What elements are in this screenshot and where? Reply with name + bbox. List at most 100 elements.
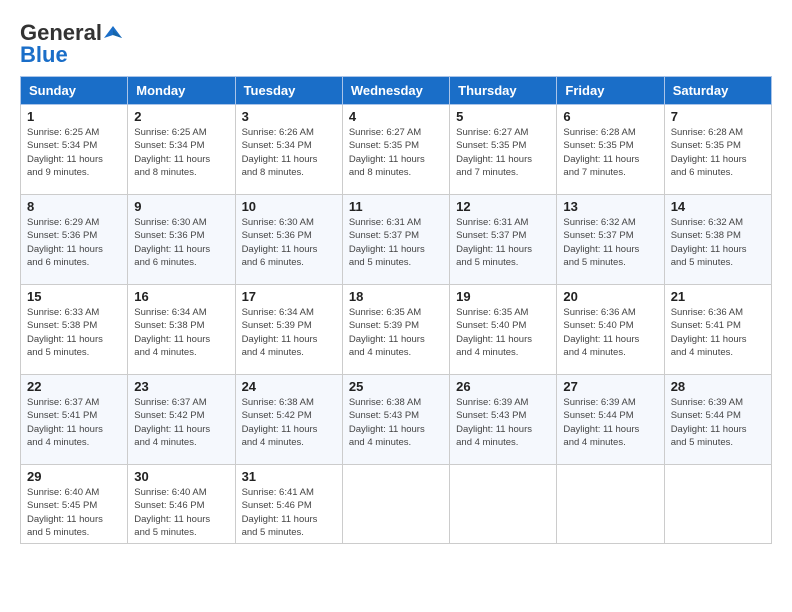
calendar-cell: 21 Sunrise: 6:36 AMSunset: 5:41 PMDaylig… bbox=[664, 285, 771, 375]
column-header-friday: Friday bbox=[557, 77, 664, 105]
logo-blue: Blue bbox=[20, 42, 68, 68]
calendar-cell bbox=[450, 465, 557, 544]
day-info: Sunrise: 6:30 AMSunset: 5:36 PMDaylight:… bbox=[134, 216, 228, 269]
day-info: Sunrise: 6:30 AMSunset: 5:36 PMDaylight:… bbox=[242, 216, 336, 269]
day-info: Sunrise: 6:27 AMSunset: 5:35 PMDaylight:… bbox=[456, 126, 550, 179]
day-info: Sunrise: 6:41 AMSunset: 5:46 PMDaylight:… bbox=[242, 486, 336, 539]
calendar-cell: 16 Sunrise: 6:34 AMSunset: 5:38 PMDaylig… bbox=[128, 285, 235, 375]
calendar-cell: 5 Sunrise: 6:27 AMSunset: 5:35 PMDayligh… bbox=[450, 105, 557, 195]
day-number: 3 bbox=[242, 109, 336, 124]
day-number: 16 bbox=[134, 289, 228, 304]
calendar-cell: 8 Sunrise: 6:29 AMSunset: 5:36 PMDayligh… bbox=[21, 195, 128, 285]
column-header-monday: Monday bbox=[128, 77, 235, 105]
day-info: Sunrise: 6:28 AMSunset: 5:35 PMDaylight:… bbox=[563, 126, 657, 179]
day-number: 18 bbox=[349, 289, 443, 304]
calendar-cell: 18 Sunrise: 6:35 AMSunset: 5:39 PMDaylig… bbox=[342, 285, 449, 375]
day-number: 13 bbox=[563, 199, 657, 214]
calendar-cell: 25 Sunrise: 6:38 AMSunset: 5:43 PMDaylig… bbox=[342, 375, 449, 465]
day-number: 30 bbox=[134, 469, 228, 484]
calendar-cell: 7 Sunrise: 6:28 AMSunset: 5:35 PMDayligh… bbox=[664, 105, 771, 195]
day-number: 29 bbox=[27, 469, 121, 484]
day-info: Sunrise: 6:27 AMSunset: 5:35 PMDaylight:… bbox=[349, 126, 443, 179]
logo-bird-icon bbox=[104, 24, 122, 42]
calendar-cell: 11 Sunrise: 6:31 AMSunset: 5:37 PMDaylig… bbox=[342, 195, 449, 285]
calendar-cell: 23 Sunrise: 6:37 AMSunset: 5:42 PMDaylig… bbox=[128, 375, 235, 465]
day-number: 7 bbox=[671, 109, 765, 124]
day-number: 11 bbox=[349, 199, 443, 214]
day-number: 2 bbox=[134, 109, 228, 124]
day-info: Sunrise: 6:38 AMSunset: 5:42 PMDaylight:… bbox=[242, 396, 336, 449]
calendar-cell: 27 Sunrise: 6:39 AMSunset: 5:44 PMDaylig… bbox=[557, 375, 664, 465]
calendar-cell: 31 Sunrise: 6:41 AMSunset: 5:46 PMDaylig… bbox=[235, 465, 342, 544]
calendar-cell: 12 Sunrise: 6:31 AMSunset: 5:37 PMDaylig… bbox=[450, 195, 557, 285]
calendar-cell: 15 Sunrise: 6:33 AMSunset: 5:38 PMDaylig… bbox=[21, 285, 128, 375]
day-info: Sunrise: 6:26 AMSunset: 5:34 PMDaylight:… bbox=[242, 126, 336, 179]
day-info: Sunrise: 6:36 AMSunset: 5:41 PMDaylight:… bbox=[671, 306, 765, 359]
column-header-thursday: Thursday bbox=[450, 77, 557, 105]
calendar-cell: 17 Sunrise: 6:34 AMSunset: 5:39 PMDaylig… bbox=[235, 285, 342, 375]
day-info: Sunrise: 6:31 AMSunset: 5:37 PMDaylight:… bbox=[349, 216, 443, 269]
day-number: 17 bbox=[242, 289, 336, 304]
day-info: Sunrise: 6:31 AMSunset: 5:37 PMDaylight:… bbox=[456, 216, 550, 269]
calendar-cell: 3 Sunrise: 6:26 AMSunset: 5:34 PMDayligh… bbox=[235, 105, 342, 195]
day-number: 31 bbox=[242, 469, 336, 484]
column-header-saturday: Saturday bbox=[664, 77, 771, 105]
day-info: Sunrise: 6:35 AMSunset: 5:39 PMDaylight:… bbox=[349, 306, 443, 359]
calendar-cell: 29 Sunrise: 6:40 AMSunset: 5:45 PMDaylig… bbox=[21, 465, 128, 544]
day-number: 15 bbox=[27, 289, 121, 304]
day-number: 23 bbox=[134, 379, 228, 394]
day-info: Sunrise: 6:34 AMSunset: 5:39 PMDaylight:… bbox=[242, 306, 336, 359]
day-info: Sunrise: 6:38 AMSunset: 5:43 PMDaylight:… bbox=[349, 396, 443, 449]
day-number: 14 bbox=[671, 199, 765, 214]
calendar-cell: 9 Sunrise: 6:30 AMSunset: 5:36 PMDayligh… bbox=[128, 195, 235, 285]
calendar-cell: 19 Sunrise: 6:35 AMSunset: 5:40 PMDaylig… bbox=[450, 285, 557, 375]
day-info: Sunrise: 6:25 AMSunset: 5:34 PMDaylight:… bbox=[134, 126, 228, 179]
day-info: Sunrise: 6:32 AMSunset: 5:38 PMDaylight:… bbox=[671, 216, 765, 269]
calendar-table: SundayMondayTuesdayWednesdayThursdayFrid… bbox=[20, 76, 772, 544]
calendar-cell: 28 Sunrise: 6:39 AMSunset: 5:44 PMDaylig… bbox=[664, 375, 771, 465]
calendar-cell: 20 Sunrise: 6:36 AMSunset: 5:40 PMDaylig… bbox=[557, 285, 664, 375]
day-info: Sunrise: 6:40 AMSunset: 5:46 PMDaylight:… bbox=[134, 486, 228, 539]
day-info: Sunrise: 6:33 AMSunset: 5:38 PMDaylight:… bbox=[27, 306, 121, 359]
calendar-cell: 26 Sunrise: 6:39 AMSunset: 5:43 PMDaylig… bbox=[450, 375, 557, 465]
logo: General Blue bbox=[20, 20, 122, 68]
calendar-cell: 1 Sunrise: 6:25 AMSunset: 5:34 PMDayligh… bbox=[21, 105, 128, 195]
day-number: 20 bbox=[563, 289, 657, 304]
column-header-sunday: Sunday bbox=[21, 77, 128, 105]
calendar-cell: 6 Sunrise: 6:28 AMSunset: 5:35 PMDayligh… bbox=[557, 105, 664, 195]
calendar-cell bbox=[557, 465, 664, 544]
day-info: Sunrise: 6:37 AMSunset: 5:41 PMDaylight:… bbox=[27, 396, 121, 449]
day-number: 1 bbox=[27, 109, 121, 124]
day-info: Sunrise: 6:39 AMSunset: 5:44 PMDaylight:… bbox=[563, 396, 657, 449]
day-info: Sunrise: 6:25 AMSunset: 5:34 PMDaylight:… bbox=[27, 126, 121, 179]
day-number: 22 bbox=[27, 379, 121, 394]
day-number: 9 bbox=[134, 199, 228, 214]
calendar-cell: 4 Sunrise: 6:27 AMSunset: 5:35 PMDayligh… bbox=[342, 105, 449, 195]
day-info: Sunrise: 6:39 AMSunset: 5:44 PMDaylight:… bbox=[671, 396, 765, 449]
day-info: Sunrise: 6:40 AMSunset: 5:45 PMDaylight:… bbox=[27, 486, 121, 539]
day-number: 10 bbox=[242, 199, 336, 214]
day-number: 28 bbox=[671, 379, 765, 394]
day-info: Sunrise: 6:37 AMSunset: 5:42 PMDaylight:… bbox=[134, 396, 228, 449]
day-number: 27 bbox=[563, 379, 657, 394]
day-info: Sunrise: 6:36 AMSunset: 5:40 PMDaylight:… bbox=[563, 306, 657, 359]
calendar-cell: 10 Sunrise: 6:30 AMSunset: 5:36 PMDaylig… bbox=[235, 195, 342, 285]
day-number: 5 bbox=[456, 109, 550, 124]
day-info: Sunrise: 6:28 AMSunset: 5:35 PMDaylight:… bbox=[671, 126, 765, 179]
calendar-cell: 14 Sunrise: 6:32 AMSunset: 5:38 PMDaylig… bbox=[664, 195, 771, 285]
calendar-cell: 2 Sunrise: 6:25 AMSunset: 5:34 PMDayligh… bbox=[128, 105, 235, 195]
day-number: 12 bbox=[456, 199, 550, 214]
column-header-wednesday: Wednesday bbox=[342, 77, 449, 105]
day-number: 8 bbox=[27, 199, 121, 214]
day-info: Sunrise: 6:29 AMSunset: 5:36 PMDaylight:… bbox=[27, 216, 121, 269]
day-info: Sunrise: 6:39 AMSunset: 5:43 PMDaylight:… bbox=[456, 396, 550, 449]
calendar-cell bbox=[664, 465, 771, 544]
calendar-cell: 13 Sunrise: 6:32 AMSunset: 5:37 PMDaylig… bbox=[557, 195, 664, 285]
page-header: General Blue bbox=[20, 20, 772, 68]
calendar-cell: 30 Sunrise: 6:40 AMSunset: 5:46 PMDaylig… bbox=[128, 465, 235, 544]
calendar-header-row: SundayMondayTuesdayWednesdayThursdayFrid… bbox=[21, 77, 772, 105]
day-number: 26 bbox=[456, 379, 550, 394]
day-number: 6 bbox=[563, 109, 657, 124]
day-info: Sunrise: 6:34 AMSunset: 5:38 PMDaylight:… bbox=[134, 306, 228, 359]
day-info: Sunrise: 6:35 AMSunset: 5:40 PMDaylight:… bbox=[456, 306, 550, 359]
